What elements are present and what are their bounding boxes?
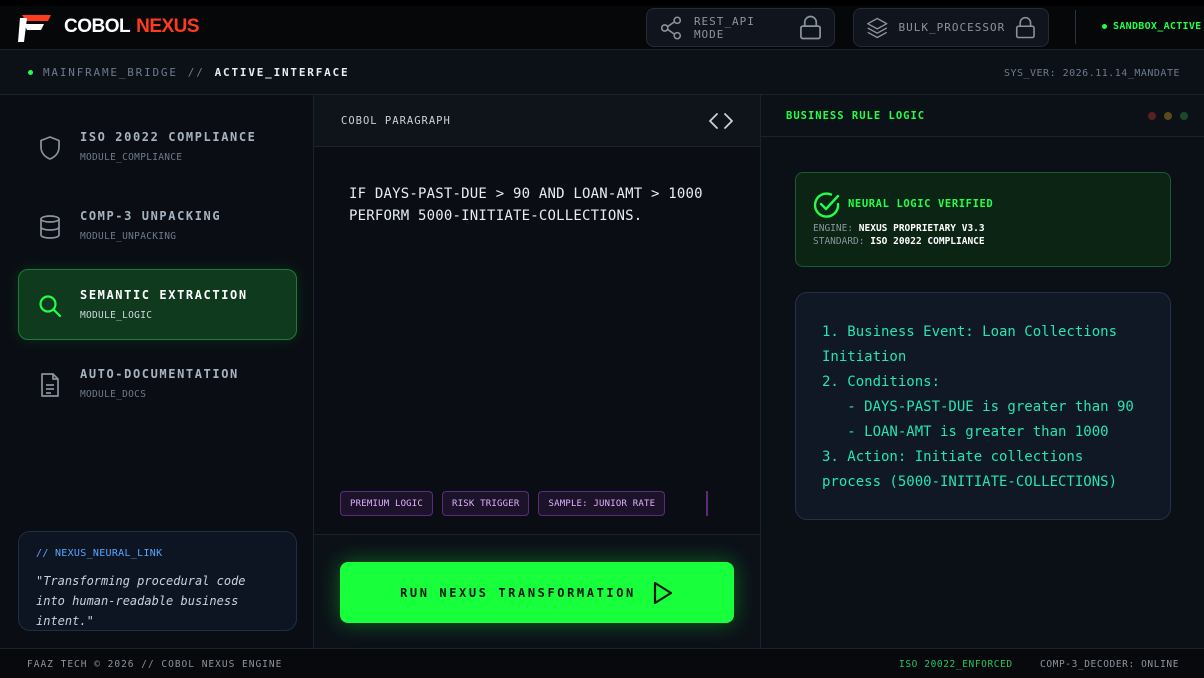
sandbox-status: SANDBOX_ACTIVE	[1102, 21, 1202, 32]
standard-value: ISO 20022 COMPLIANCE	[870, 236, 985, 247]
rest-api-mode-label: REST_API MODE	[693, 14, 755, 41]
neural-link-quote: "Transforming procedural code into human…	[36, 574, 246, 628]
engine-line: ENGINE: NEXUS PROPRIETARY V3.3	[813, 223, 985, 234]
rule-line: - DAYS-PAST-DUE is greater than 90	[822, 399, 1134, 415]
lock-icon	[1016, 16, 1036, 38]
footer-iso-status: ISO 20022_ENFORCED	[899, 659, 1013, 670]
engine-key: ENGINE:	[813, 223, 854, 234]
sidebar-item-subtitle: MODULE_UNPACKING	[80, 231, 177, 242]
footer: FAAZ TECH © 2026 // COBOL NEXUS ENGINE I…	[0, 648, 1204, 678]
code-line: PERFORM 5000-INITIATE-COLLECTIONS.	[349, 208, 643, 224]
standard-key: STANDARD:	[813, 236, 865, 247]
sidebar-item-subtitle: MODULE_DOCS	[80, 389, 147, 400]
share-icon	[660, 15, 682, 40]
standard-line: STANDARD: ISO 20022 COMPLIANCE	[813, 236, 985, 247]
sandbox-status-label: SANDBOX_ACTIVE	[1113, 21, 1202, 32]
header-divider	[1075, 10, 1076, 44]
shield-icon	[40, 136, 60, 160]
rule-line: process (5000-INITIATE-COLLECTIONS)	[822, 474, 1118, 490]
sidebar-item-subtitle: MODULE_LOGIC	[80, 310, 153, 321]
red-dot-icon	[1148, 112, 1156, 120]
tag-scroll-edge	[706, 491, 708, 516]
play-icon	[653, 581, 672, 604]
cobol-panel-title: COBOL PARAGRAPH	[341, 115, 451, 127]
check-circle-icon	[813, 192, 840, 218]
breadcrumb: MAINFRAME_BRIDGE // ACTIVE_INTERFACE	[28, 66, 349, 79]
green-dot-icon	[1180, 112, 1188, 120]
rule-line: 1. Business Event: Loan Collections	[822, 324, 1118, 340]
neural-link-heading: // NEXUS_NEURAL_LINK	[36, 548, 163, 559]
cobol-code-editor[interactable]: IF DAYS-PAST-DUE > 90 AND LOAN-AMT > 100…	[349, 183, 703, 227]
system-version: SYS_VER: 2026.11.14_MANDATE	[1003, 68, 1180, 79]
run-nexus-transformation-button[interactable]: RUN NEXUS TRANSFORMATION	[340, 562, 734, 623]
rule-line: - LOAN-AMT is greater than 1000	[822, 424, 1109, 440]
bulk-processor-button[interactable]: BULK_PROCESSOR	[853, 8, 1049, 47]
code-icon[interactable]	[708, 111, 734, 131]
code-line: IF DAYS-PAST-DUE > 90 AND LOAN-AMT > 100…	[349, 186, 703, 202]
sidebar: ISO 20022 COMPLIANCE MODULE_COMPLIANCE C…	[0, 95, 314, 648]
footer-copyright: FAAZ TECH © 2026 // COBOL NEXUS ENGINE	[27, 659, 283, 670]
business-rules-output: 1. Business Event: Loan Collections Init…	[795, 292, 1171, 520]
brand-name-accent: NEXUS	[136, 16, 200, 37]
breadcrumb-current: ACTIVE_INTERFACE	[214, 66, 350, 79]
logo-icon	[18, 15, 51, 42]
engine-value: NEXUS PROPRIETARY V3.3	[858, 223, 985, 234]
breadcrumb-root[interactable]: MAINFRAME_BRIDGE	[43, 66, 178, 79]
document-icon	[41, 373, 59, 397]
cobol-paragraph-panel: COBOL PARAGRAPH IF DAYS-PAST-DUE > 90 AN…	[314, 95, 761, 648]
tag-premium-logic[interactable]: PREMIUM LOGIC	[340, 491, 434, 516]
brand-name-primary: COBOL	[64, 16, 131, 37]
top-bar: COBOL NEXUS REST_API MODE BULK_PROCESSOR …	[0, 0, 1204, 50]
business-rule-panel: BUSINESS RULE LOGIC NEURAL LOGIC VERIFIE…	[761, 95, 1204, 648]
tag-list: PREMIUM LOGIC RISK TRIGGER SAMPLE: JUNIO…	[340, 491, 666, 516]
sub-bar: MAINFRAME_BRIDGE // ACTIVE_INTERFACE SYS…	[0, 50, 1204, 95]
sidebar-item-title: COMP-3 UNPACKING	[80, 209, 222, 223]
app-brand: COBOL NEXUS	[64, 16, 200, 38]
business-rule-header: BUSINESS RULE LOGIC	[761, 95, 1204, 137]
sidebar-item-auto-documentation[interactable]: AUTO-DOCUMENTATION MODULE_DOCS	[18, 348, 297, 419]
status-dot-icon	[1102, 24, 1107, 29]
tag-risk-trigger[interactable]: RISK TRIGGER	[442, 491, 530, 516]
sidebar-item-title: ISO 20022 COMPLIANCE	[80, 130, 257, 144]
status-dot-icon	[28, 70, 33, 75]
lock-icon	[800, 15, 821, 39]
bulk-processor-label: BULK_PROCESSOR	[898, 21, 1006, 34]
sidebar-item-semantic-extraction[interactable]: SEMANTIC EXTRACTION MODULE_LOGIC	[18, 269, 297, 340]
sidebar-item-subtitle: MODULE_COMPLIANCE	[80, 152, 183, 163]
sidebar-item-comp3-unpacking[interactable]: COMP-3 UNPACKING MODULE_UNPACKING	[18, 190, 297, 261]
layers-icon	[867, 17, 888, 38]
yellow-dot-icon	[1164, 112, 1172, 120]
footer-decoder-status: COMP-3_DECODER: ONLINE	[1040, 659, 1180, 670]
window-controls	[1148, 112, 1188, 120]
cobol-panel-header: COBOL PARAGRAPH	[314, 95, 760, 147]
database-icon	[40, 215, 60, 239]
tag-sample-junior-rate[interactable]: SAMPLE: JUNIOR RATE	[538, 491, 666, 516]
rest-api-mode-button[interactable]: REST_API MODE	[646, 8, 835, 47]
breadcrumb-separator: //	[187, 66, 205, 79]
rule-line: 3. Action: Initiate collections	[822, 449, 1084, 465]
verified-title: NEURAL LOGIC VERIFIED	[848, 198, 994, 210]
search-icon	[39, 295, 62, 318]
neural-link-card: // NEXUS_NEURAL_LINK "Transforming proce…	[18, 531, 297, 631]
run-button-label: RUN NEXUS TRANSFORMATION	[400, 585, 636, 600]
run-area: RUN NEXUS TRANSFORMATION	[314, 534, 760, 648]
rule-line: 2. Conditions:	[822, 374, 941, 390]
neural-logic-verified-card: NEURAL LOGIC VERIFIED ENGINE: NEXUS PROP…	[795, 172, 1171, 267]
sidebar-item-title: SEMANTIC EXTRACTION	[80, 288, 248, 302]
rule-line: Initiation	[822, 349, 907, 365]
sidebar-item-title: AUTO-DOCUMENTATION	[80, 367, 239, 381]
business-rule-title: BUSINESS RULE LOGIC	[786, 110, 926, 122]
sidebar-item-iso-compliance[interactable]: ISO 20022 COMPLIANCE MODULE_COMPLIANCE	[18, 111, 297, 182]
